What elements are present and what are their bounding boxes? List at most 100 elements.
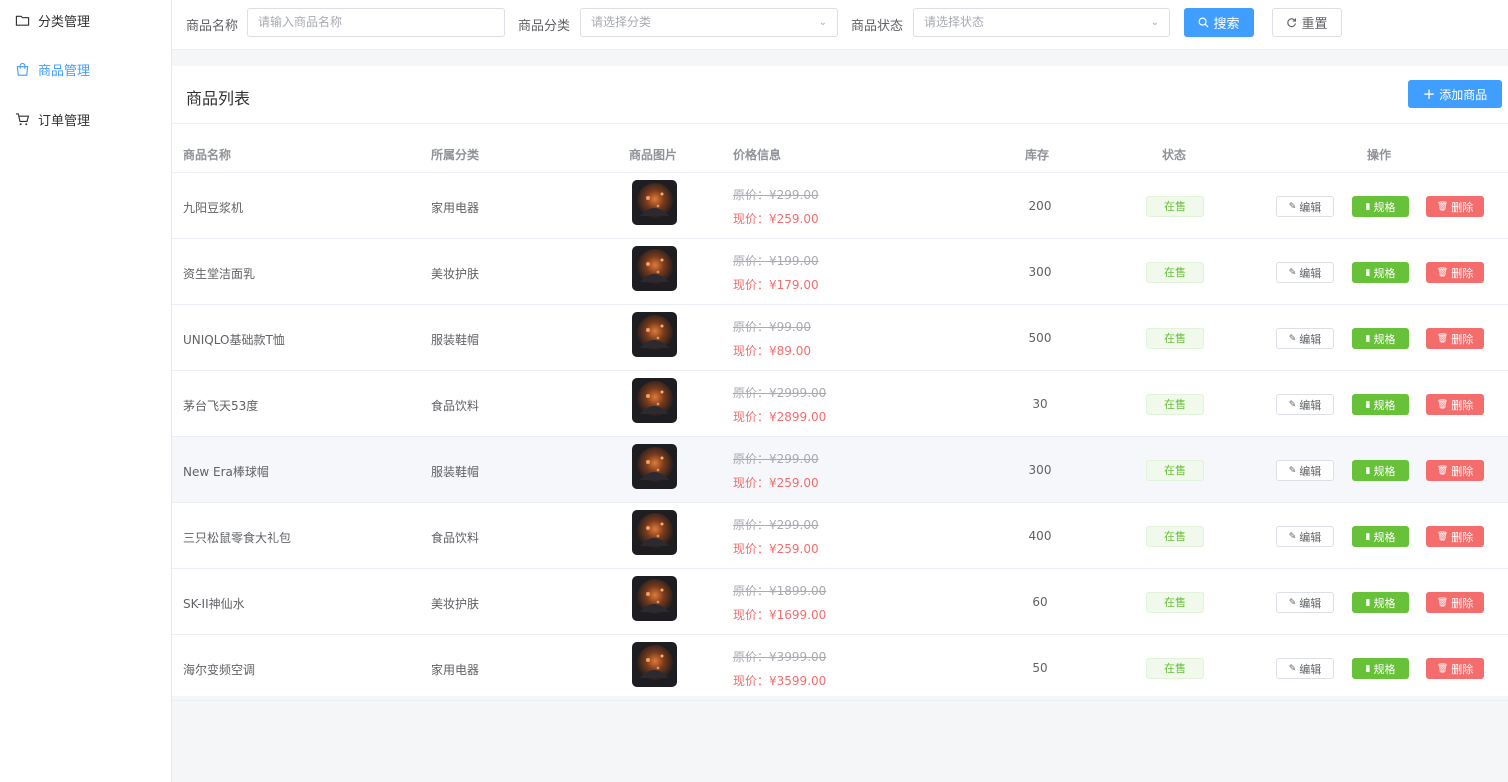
product-image[interactable] <box>632 642 677 687</box>
original-price: 原价：¥3999.00 <box>733 648 826 665</box>
spec-label: 规格 <box>1373 530 1396 544</box>
delete-button[interactable]: 🗑 删除 <box>1426 460 1484 481</box>
original-price-value: ¥2999.00 <box>769 386 827 400</box>
status-select[interactable]: 请选择状态 ⌄ <box>913 8 1170 37</box>
trash-icon: 🗑 <box>1436 531 1449 542</box>
product-name: 三只松鼠零食大礼包 <box>183 531 292 545</box>
delete-button[interactable]: 🗑 删除 <box>1426 262 1484 283</box>
product-image[interactable] <box>632 510 677 555</box>
column-header-stock: 库存 <box>1025 148 1050 162</box>
sidebar-item-category[interactable]: 分类管理 <box>0 0 171 40</box>
edit-button[interactable]: ✎ 编辑 <box>1276 328 1334 349</box>
trash-icon: 🗑 <box>1436 663 1449 674</box>
product-name: 资生堂洁面乳 <box>183 267 256 281</box>
product-category: 家用电器 <box>431 201 480 215</box>
delete-label: 删除 <box>1451 596 1474 610</box>
original-price-value: ¥99.00 <box>769 320 812 334</box>
spec-button[interactable]: ▮ 规格 <box>1352 526 1409 547</box>
product-name: 茅台飞天53度 <box>183 399 259 413</box>
spec-button[interactable]: ▮ 规格 <box>1352 196 1409 217</box>
original-price-prefix: 原价： <box>733 584 770 598</box>
original-price-prefix: 原价： <box>733 386 770 400</box>
product-name: New Era棒球帽 <box>183 465 269 479</box>
current-price-value: ¥1699.00 <box>769 608 827 622</box>
spec-button[interactable]: ▮ 规格 <box>1352 592 1409 613</box>
delete-label: 删除 <box>1451 200 1474 214</box>
column-header-price: 价格信息 <box>733 148 782 162</box>
spec-icon: ▮ <box>1365 201 1371 212</box>
edit-label: 编辑 <box>1299 464 1322 478</box>
sidebar-item-label: 订单管理 <box>38 113 91 129</box>
edit-button[interactable]: ✎ 编辑 <box>1276 394 1334 415</box>
name-search-input[interactable]: 请输入商品名称 <box>247 8 505 37</box>
product-image[interactable] <box>632 312 677 357</box>
sidebar-item-orders[interactable]: 订单管理 <box>0 99 171 139</box>
original-price: 原价：¥299.00 <box>733 516 819 533</box>
add-product-button[interactable]: + 添加商品 <box>1408 80 1502 108</box>
status-select-placeholder: 请选择状态 <box>924 15 985 29</box>
delete-button[interactable]: 🗑 删除 <box>1426 394 1484 415</box>
table-row: UNIQLO基础款T恤 服装鞋帽 原价：¥99.00 现价：¥89.00 500 在售 ✎ 编… <box>172 305 1508 371</box>
reset-button-label: 重置 <box>1301 17 1328 32</box>
search-button-label: 搜索 <box>1213 17 1240 32</box>
product-image[interactable] <box>632 576 677 621</box>
delete-button[interactable]: 🗑 删除 <box>1426 592 1484 613</box>
stock-count: 60 <box>1032 595 1048 609</box>
original-price-value: ¥3999.00 <box>769 650 827 664</box>
delete-button[interactable]: 🗑 删除 <box>1426 196 1484 217</box>
product-name: 海尔变频空调 <box>183 663 256 677</box>
column-header-image: 商品图片 <box>629 148 678 162</box>
chevron-down-icon: ⌄ <box>818 17 827 28</box>
sidebar: 分类管理 商品管理 订单管理 <box>0 0 172 782</box>
spec-button[interactable]: ▮ 规格 <box>1352 460 1409 481</box>
current-price-prefix: 现价： <box>733 278 770 292</box>
reset-button[interactable]: 重置 <box>1272 8 1342 37</box>
column-header-name: 商品名称 <box>183 148 232 162</box>
category-select[interactable]: 请选择分类 ⌄ <box>580 8 838 37</box>
spec-button[interactable]: ▮ 规格 <box>1352 328 1409 349</box>
delete-button[interactable]: 🗑 删除 <box>1426 526 1484 547</box>
current-price-value: ¥259.00 <box>769 542 819 556</box>
current-price-value: ¥3599.00 <box>769 674 827 688</box>
original-price-value: ¥299.00 <box>769 518 819 532</box>
product-category: 食品饮料 <box>431 531 480 545</box>
original-price-value: ¥1899.00 <box>769 584 827 598</box>
spec-icon: ▮ <box>1365 597 1371 608</box>
delete-button[interactable]: 🗑 删除 <box>1426 658 1484 679</box>
delete-label: 删除 <box>1451 398 1474 412</box>
spec-button[interactable]: ▮ 规格 <box>1352 658 1409 679</box>
edit-button[interactable]: ✎ 编辑 <box>1276 196 1334 217</box>
sidebar-item-products[interactable]: 商品管理 <box>0 49 171 89</box>
product-image[interactable] <box>632 444 677 489</box>
shopping-bag-icon <box>14 61 30 77</box>
column-header-category: 所属分类 <box>431 148 480 162</box>
edit-button[interactable]: ✎ 编辑 <box>1276 460 1334 481</box>
delete-button[interactable]: 🗑 删除 <box>1426 328 1484 349</box>
spec-button[interactable]: ▮ 规格 <box>1352 394 1409 415</box>
edit-button[interactable]: ✎ 编辑 <box>1276 592 1334 613</box>
original-price: 原价：¥299.00 <box>733 450 819 467</box>
spec-label: 规格 <box>1373 662 1396 676</box>
edit-button[interactable]: ✎ 编辑 <box>1276 658 1334 679</box>
original-price-prefix: 原价： <box>733 452 770 466</box>
table-row: 茅台飞天53度 食品饮料 原价：¥2999.00 现价：¥2899.00 30 在售 ✎ 编辑… <box>172 371 1508 437</box>
refresh-icon <box>1287 18 1297 28</box>
spec-label: 规格 <box>1373 398 1396 412</box>
spec-icon: ▮ <box>1365 267 1371 278</box>
product-image[interactable] <box>632 180 677 225</box>
status-badge: 在售 <box>1146 262 1204 283</box>
edit-button[interactable]: ✎ 编辑 <box>1276 262 1334 283</box>
product-image[interactable] <box>632 246 677 291</box>
edit-button[interactable]: ✎ 编辑 <box>1276 526 1334 547</box>
spec-label: 规格 <box>1373 596 1396 610</box>
product-category: 食品饮料 <box>431 399 480 413</box>
product-category: 家用电器 <box>431 663 480 677</box>
stock-count: 30 <box>1032 397 1048 411</box>
table-row: 三只松鼠零食大礼包 食品饮料 原价：¥299.00 现价：¥259.00 400 在售 ✎ 编… <box>172 503 1508 569</box>
product-category: 服装鞋帽 <box>431 333 480 347</box>
edit-label: 编辑 <box>1299 398 1322 412</box>
search-button[interactable]: 搜索 <box>1184 8 1254 37</box>
product-name: UNIQLO基础款T恤 <box>183 333 285 347</box>
spec-button[interactable]: ▮ 规格 <box>1352 262 1409 283</box>
product-image[interactable] <box>632 378 677 423</box>
